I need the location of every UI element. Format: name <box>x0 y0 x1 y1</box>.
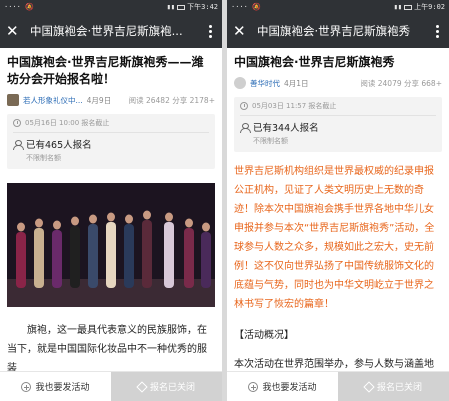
author-name[interactable]: 若人形象礼仪中... <box>23 95 83 106</box>
phone-right: ···· 🔕 ▮▮ 上午9:02 ✕ 中国旗袍会·世界吉尼斯旗袍秀 中国旗袍会·… <box>227 0 449 401</box>
battery-icon <box>177 4 186 10</box>
clock-icon <box>240 102 248 110</box>
title-bar: ✕ 中国旗袍会·世界吉尼斯旗袍... <box>0 14 222 48</box>
launch-activity-label: 我也要发活动 <box>35 383 90 393</box>
section-heading: 【活动概况】 <box>234 330 294 341</box>
article: 中国旗袍会·世界吉尼斯旗袍秀 善华时代 4月1日 阅读 24079 分享 668… <box>227 48 449 385</box>
article: 中国旗袍会·世界吉尼斯旗袍秀——潍坊分会开始报名啦！ 若人形象礼仪中... 4月… <box>0 48 222 378</box>
edit-icon <box>136 380 148 393</box>
person-icon <box>13 139 24 150</box>
article-headline: 中国旗袍会·世界吉尼斯旗袍秀——潍坊分会开始报名啦！ <box>7 55 204 86</box>
registration-closed-label: 报名已关闭 <box>149 383 195 393</box>
more-options-icon[interactable] <box>431 24 443 38</box>
author-avatar[interactable] <box>234 77 246 89</box>
quota-note: 不限制名额 <box>26 154 61 162</box>
deadline-row: 05月16日 10:00 报名截止 <box>13 118 209 128</box>
deadline-row: 05月03日 11:57 报名截止 <box>240 101 436 111</box>
article-meta: 若人形象礼仪中... 4月9日 阅读 26482 分享 2178+ <box>7 94 215 106</box>
status-left: ···· 🔕 <box>4 3 34 11</box>
read-share-stats: 阅读 26482 分享 2178+ <box>128 95 215 105</box>
publish-date: 4月1日 <box>284 78 309 88</box>
signal-icon: ▮▮ <box>166 3 176 11</box>
registration-count-row[interactable]: 已有465人报名 <box>13 137 209 151</box>
status-right: ▮▮ 下午3:42 <box>167 2 218 12</box>
intro-paragraph: 世界吉尼斯机构组织是世界最权威的纪录申报公正机构，见证了人类文明历史上无数的奇迹… <box>234 166 435 310</box>
battery-icon <box>404 4 413 10</box>
launch-activity-label: 我也要发活动 <box>262 383 317 393</box>
qipao-show-photo <box>7 183 215 307</box>
registration-count: 已有465人报名 <box>26 140 92 151</box>
page-title: 中国旗袍会·世界吉尼斯旗袍秀 <box>257 24 411 38</box>
phone-left: ···· 🔕 ▮▮ 下午3:42 ✕ 中国旗袍会·世界吉尼斯旗袍... 中国旗袍… <box>0 0 222 401</box>
launch-activity-button[interactable]: 我也要发活动 <box>0 372 111 401</box>
status-left: ···· 🔕 <box>231 3 261 11</box>
deadline-text: 05月16日 10:00 报名截止 <box>25 119 110 127</box>
registration-closed-label: 报名已关闭 <box>376 383 422 393</box>
launch-activity-button[interactable]: 我也要发活动 <box>227 372 338 401</box>
more-options-icon[interactable] <box>204 24 216 38</box>
quota-note: 不限制名额 <box>253 137 288 145</box>
registration-count: 已有344人报名 <box>253 123 319 134</box>
registration-box: 05月03日 11:57 报名截止 已有344人报名 不限制名额 <box>234 97 442 152</box>
registration-box: 05月16日 10:00 报名截止 已有465人报名 不限制名额 <box>7 114 215 169</box>
registration-closed-button[interactable]: 报名已关闭 <box>111 372 222 401</box>
stage-image <box>7 183 215 307</box>
article-headline: 中国旗袍会·世界吉尼斯旗袍秀 <box>234 55 395 69</box>
page-title: 中国旗袍会·世界吉尼斯旗袍... <box>30 24 183 38</box>
close-icon[interactable]: ✕ <box>233 23 251 39</box>
article-body: 旗袍，这一最具代表意义的民族服饰，在当下，就是中国国际化妆品中不一种优秀的服装 <box>7 325 207 374</box>
bottom-action-bar: 我也要发活动 报名已关闭 <box>227 371 449 401</box>
bottom-action-bar: 我也要发活动 报名已关闭 <box>0 371 222 401</box>
status-time: 上午9:02 <box>414 3 445 11</box>
status-right: ▮▮ 上午9:02 <box>394 2 445 12</box>
plus-icon <box>21 381 32 392</box>
article-meta: 善华时代 4月1日 阅读 24079 分享 668+ <box>234 77 442 89</box>
status-time: 下午3:42 <box>187 3 218 11</box>
title-bar: ✕ 中国旗袍会·世界吉尼斯旗袍秀 <box>227 14 449 48</box>
read-share-stats: 阅读 24079 分享 668+ <box>360 78 442 88</box>
close-icon[interactable]: ✕ <box>6 23 24 39</box>
status-bar: ···· 🔕 ▮▮ 上午9:02 <box>227 0 449 14</box>
author-name[interactable]: 善华时代 <box>250 78 280 89</box>
registration-closed-button[interactable]: 报名已关闭 <box>338 372 449 401</box>
deadline-text: 05月03日 11:57 报名截止 <box>252 102 337 110</box>
person-icon <box>240 122 251 133</box>
registration-count-row[interactable]: 已有344人报名 <box>240 120 436 134</box>
edit-icon <box>363 380 375 393</box>
divider <box>13 132 209 133</box>
plus-icon <box>248 381 259 392</box>
divider <box>240 115 436 116</box>
screens: ···· 🔕 ▮▮ 下午3:42 ✕ 中国旗袍会·世界吉尼斯旗袍... 中国旗袍… <box>0 0 449 401</box>
author-avatar[interactable] <box>7 94 19 106</box>
clock-icon <box>13 119 21 127</box>
status-bar: ···· 🔕 ▮▮ 下午3:42 <box>0 0 222 14</box>
publish-date: 4月9日 <box>86 95 112 105</box>
signal-icon: ▮▮ <box>393 3 403 11</box>
